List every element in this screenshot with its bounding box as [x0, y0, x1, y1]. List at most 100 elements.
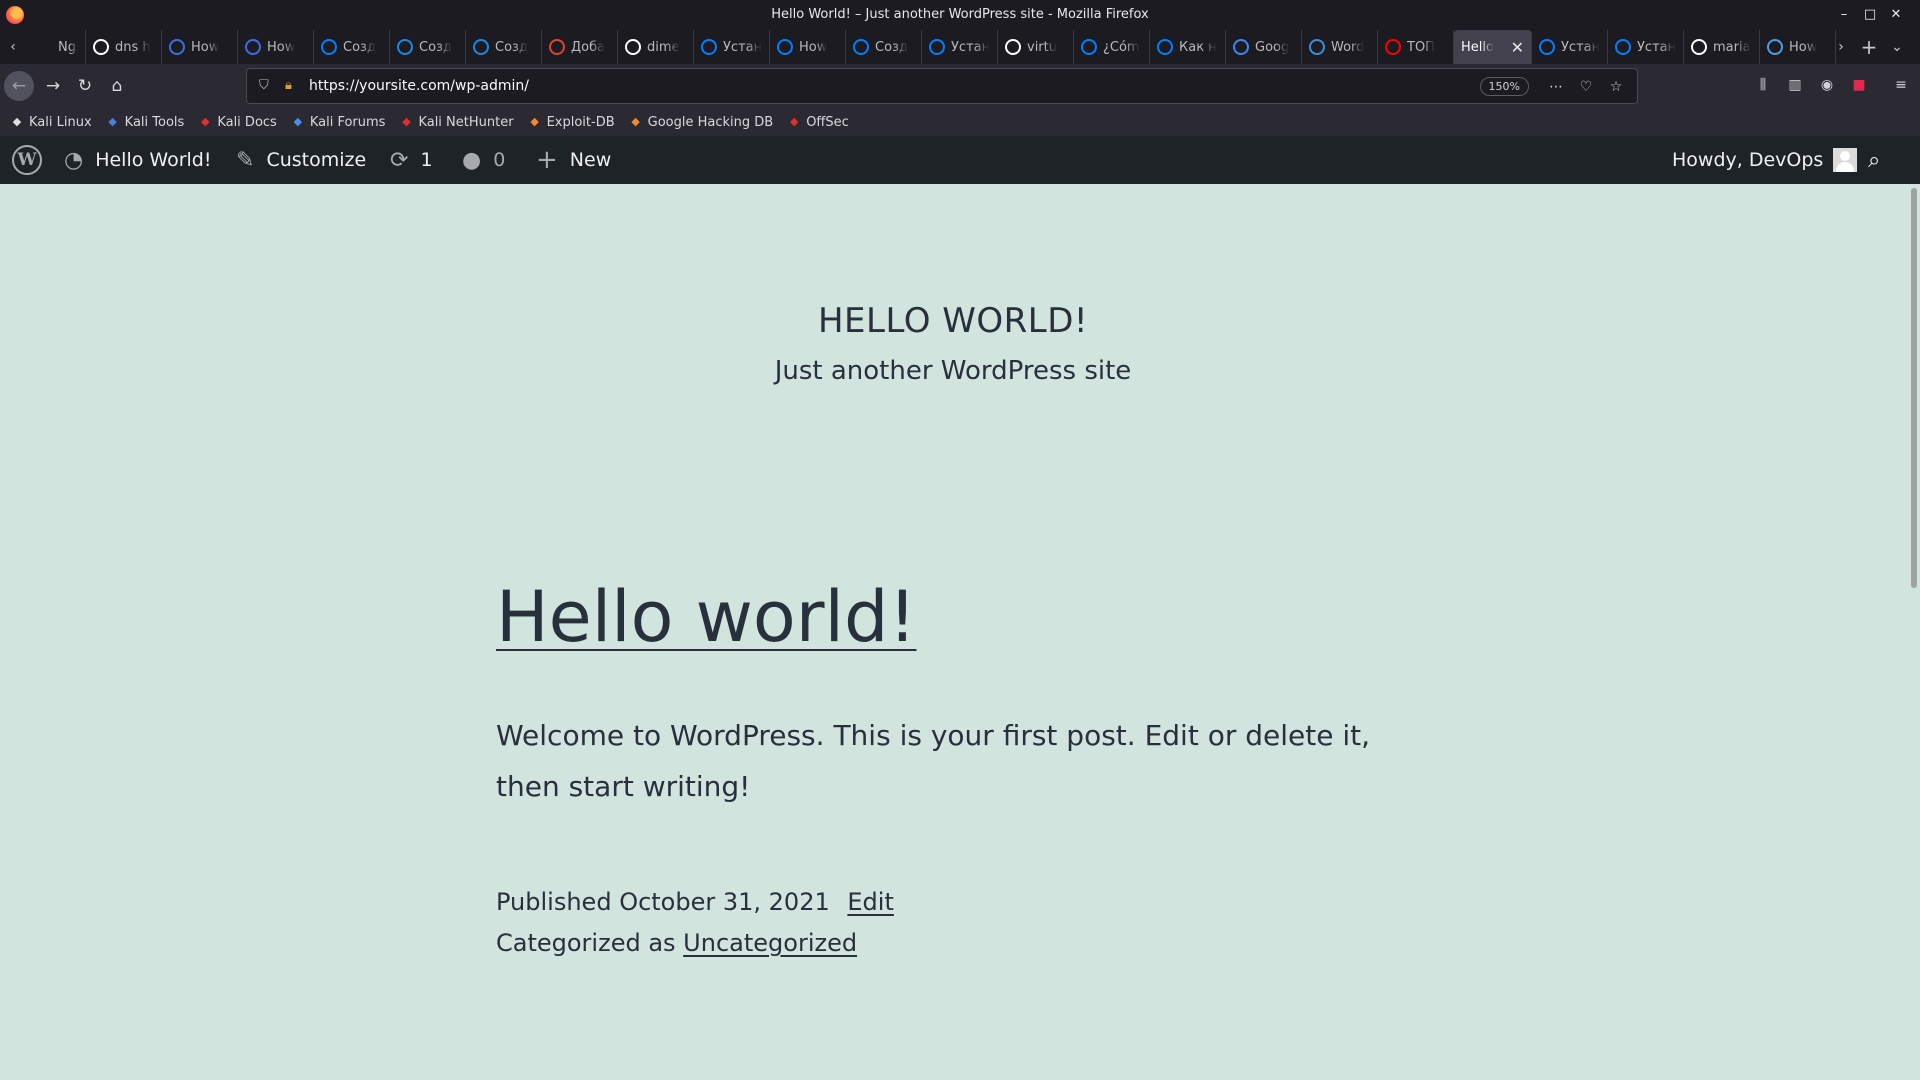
- tab-list: Ngin dns h How How Созд Созд Созд Доба dime Устан…: [26, 30, 1836, 64]
- back-button[interactable]: ←: [4, 71, 34, 101]
- tab[interactable]: Доба: [542, 30, 618, 64]
- tab[interactable]: Goog: [1226, 30, 1302, 64]
- bookmark-label: OffSec: [806, 114, 849, 130]
- forward-button[interactable]: →: [38, 71, 68, 101]
- close-tab-icon[interactable]: ✕: [1511, 38, 1524, 57]
- close-window-icon[interactable]: ✕: [1886, 5, 1906, 25]
- url-text[interactable]: https://yoursite.com/wp-admin/: [309, 78, 529, 94]
- page-scrollbar[interactable]: [1906, 184, 1920, 1080]
- tab[interactable]: dns h: [86, 30, 162, 64]
- digitalocean-icon: [1157, 39, 1173, 55]
- url-bar[interactable]: ⛉ 🔒︎ https://yoursite.com/wp-admin/ 150%…: [246, 68, 1638, 104]
- edit-post-link[interactable]: Edit: [847, 888, 893, 916]
- tab[interactable]: dime: [618, 30, 694, 64]
- bookmark-item[interactable]: ◆ Google Hacking DB: [629, 115, 773, 130]
- tab[interactable]: Устан: [1532, 30, 1608, 64]
- bookmark-item[interactable]: ◆ OffSec: [787, 115, 849, 130]
- bookmark-item[interactable]: ◆ Kali Tools: [106, 115, 184, 130]
- post-body: Welcome to WordPress. This is your first…: [496, 719, 1371, 803]
- tab[interactable]: Созд: [390, 30, 466, 64]
- kali-linux-icon: ◆: [12, 115, 22, 128]
- avatar: [1833, 148, 1858, 172]
- updates-link[interactable]: ⟳ 1: [390, 136, 433, 184]
- scrollbar-thumb[interactable]: [1911, 188, 1917, 588]
- tab[interactable]: Созд: [314, 30, 390, 64]
- kali-nethunter-icon: ◆: [402, 115, 411, 128]
- tabs-scroll-left-icon[interactable]: ‹: [4, 38, 22, 56]
- tab[interactable]: Word: [1302, 30, 1378, 64]
- tab[interactable]: virtu: [998, 30, 1074, 64]
- bookmark-star-icon[interactable]: ☆: [1605, 76, 1627, 98]
- zoom-level-badge[interactable]: 150%: [1479, 77, 1529, 96]
- tab[interactable]: How: [770, 30, 846, 64]
- tab-label: Доба: [571, 39, 606, 55]
- tab[interactable]: Устан: [694, 30, 770, 64]
- offsec-icon: ◆: [789, 115, 799, 128]
- reload-button[interactable]: ↻: [70, 71, 100, 101]
- admin-search[interactable]: ⌕: [1868, 136, 1880, 184]
- tracking-protection-shield-icon[interactable]: ⛉: [259, 78, 273, 94]
- digitalocean-icon: [1615, 39, 1631, 55]
- comments-link[interactable]: ● 0: [462, 136, 505, 184]
- tab[interactable]: ТОП: [1378, 30, 1454, 64]
- tab-label: dime: [647, 39, 680, 55]
- tab[interactable]: Ngin: [26, 30, 86, 64]
- new-tab-icon[interactable]: +: [1860, 37, 1878, 57]
- menu-icon[interactable]: ≡: [1890, 74, 1912, 96]
- tab-label: How: [267, 39, 296, 55]
- pocket-icon[interactable]: ♡: [1575, 76, 1597, 98]
- insecure-lock-warning-icon[interactable]: 🔒︎: [285, 78, 292, 93]
- tab[interactable]: Устан: [922, 30, 998, 64]
- bookmark-item[interactable]: ◆ Kali NetHunter: [399, 115, 513, 130]
- account-icon[interactable]: ◉: [1816, 74, 1838, 96]
- tab-active[interactable]: Hello ✕: [1454, 30, 1532, 64]
- plus-icon: +: [536, 145, 558, 175]
- comments-count: 0: [493, 149, 506, 171]
- home-button[interactable]: ⌂: [102, 71, 132, 101]
- new-content-menu[interactable]: + New: [536, 136, 611, 184]
- b-icon: [473, 39, 489, 55]
- minimize-icon[interactable]: –: [1834, 5, 1854, 25]
- extension-icon[interactable]: ■: [1848, 74, 1870, 96]
- customize-label: Customize: [266, 149, 367, 171]
- tab[interactable]: maria: [1684, 30, 1760, 64]
- bookmark-item[interactable]: ◆ Kali Forums: [291, 115, 386, 130]
- page-actions-icon[interactable]: ⋯: [1545, 76, 1567, 98]
- kali-docs-icon: ◆: [201, 115, 210, 128]
- tab-label: Устан: [723, 39, 762, 55]
- sidebar-icon[interactable]: ▥: [1784, 74, 1806, 96]
- wp-logo-menu[interactable]: W: [12, 136, 42, 184]
- site-name-menu[interactable]: ◔ Hello World!: [64, 136, 211, 184]
- digitalocean-icon: [853, 39, 869, 55]
- tab-label: Созд: [875, 39, 908, 55]
- window-title-bar: Hello World! – Just another WordPress si…: [0, 0, 1920, 30]
- kali-tools-icon: ◆: [108, 115, 117, 128]
- tab[interactable]: Устан: [1608, 30, 1684, 64]
- site-title[interactable]: HELLO WORLD!: [0, 301, 1906, 341]
- post-category-meta: Categorized as Uncategorized: [496, 929, 857, 957]
- library-icon[interactable]: ⫼: [1752, 74, 1774, 96]
- tab[interactable]: How: [238, 30, 314, 64]
- maximize-icon[interactable]: □: [1860, 5, 1880, 25]
- tab[interactable]: Созд: [466, 30, 542, 64]
- customize-link[interactable]: ✎ Customize: [236, 136, 366, 184]
- post-date[interactable]: October 31, 2021: [619, 888, 830, 916]
- tab[interactable]: Созд: [846, 30, 922, 64]
- bookmark-item[interactable]: ◆ Kali Docs: [198, 115, 277, 130]
- tabs-scroll-right-icon[interactable]: ›: [1832, 38, 1850, 56]
- post-title-link[interactable]: Hello world!: [496, 576, 916, 658]
- google-icon: [1691, 39, 1707, 55]
- tab[interactable]: How: [1760, 30, 1836, 64]
- my-account-menu[interactable]: Howdy, DevOps: [1672, 136, 1858, 184]
- category-link[interactable]: Uncategorized: [683, 929, 857, 957]
- tab[interactable]: Как н: [1150, 30, 1226, 64]
- tab-label: ТОП: [1407, 39, 1435, 55]
- bookmark-item[interactable]: ◆ Exploit-DB: [528, 115, 614, 130]
- list-all-tabs-icon[interactable]: ⌄: [1888, 38, 1906, 56]
- tab[interactable]: ¿Cóm: [1074, 30, 1150, 64]
- howto-icon: [245, 39, 261, 55]
- tab-label: Как н: [1179, 39, 1217, 55]
- tab[interactable]: How: [162, 30, 238, 64]
- bs-icon: [549, 39, 565, 55]
- bookmark-item[interactable]: ◆ Kali Linux: [10, 115, 92, 130]
